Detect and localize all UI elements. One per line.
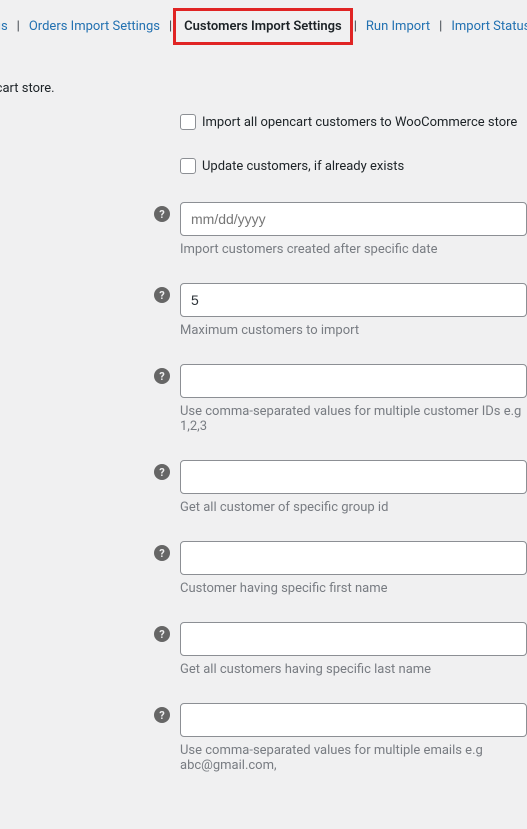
row-import-all: mers to WooCommerce Import all opencart …	[0, 114, 527, 132]
tab-separator: |	[17, 19, 20, 34]
tab-orders-import-settings[interactable]: Orders Import Settings	[21, 13, 168, 40]
help-col	[150, 158, 180, 162]
label-after-date: after specific date	[0, 202, 150, 220]
tab-product-settings[interactable]: rt Settings	[0, 13, 16, 40]
row-group-id: pecific group id ? Get all customer of s…	[0, 460, 527, 515]
tab-separator: |	[169, 19, 172, 34]
checkbox-update-existing[interactable]	[180, 158, 196, 174]
hint-last-name: Get all customers having specific last n…	[180, 662, 527, 677]
hint-first-name: Customer having specific first name	[180, 581, 527, 596]
help-col	[150, 114, 180, 118]
label-group-id: pecific group id	[0, 460, 150, 478]
label-ids: ic IDs	[0, 364, 150, 382]
input-group-id[interactable]	[180, 460, 527, 494]
label-last-name: pecific last name	[0, 622, 150, 640]
tab-import-status[interactable]: Import Status	[443, 13, 527, 40]
help-icon[interactable]: ?	[154, 626, 170, 642]
help-icon[interactable]: ?	[154, 206, 170, 222]
tab-customers-import-settings[interactable]: Customers Import Settings	[173, 8, 353, 45]
hint-emails: Use comma-separated values for multiple …	[180, 743, 527, 773]
hint-max-count: Maximum customers to import	[180, 323, 527, 338]
tab-run-import[interactable]: Run Import	[358, 13, 438, 40]
row-last-name: pecific last name ? Get all customers ha…	[0, 622, 527, 677]
row-after-date: after specific date ? Import customers c…	[0, 202, 527, 257]
hint-group-id: Get all customer of specific group id	[180, 500, 527, 515]
input-emails[interactable]	[180, 703, 527, 737]
input-max-count[interactable]	[180, 283, 527, 317]
label-max-count	[0, 283, 150, 285]
input-after-date[interactable]	[180, 202, 527, 236]
input-first-name[interactable]	[180, 541, 527, 575]
settings-form: mers to WooCommerce Import all opencart …	[0, 114, 527, 773]
submit-area	[0, 799, 527, 829]
help-icon[interactable]: ?	[154, 464, 170, 480]
row-first-name: pecific first name ? Customer having spe…	[0, 541, 527, 596]
hint-ids: Use comma-separated values for multiple …	[180, 404, 527, 434]
row-update-existing: s Update customers, if already exists	[0, 158, 527, 176]
label-first-name: pecific first name	[0, 541, 150, 559]
input-last-name[interactable]	[180, 622, 527, 656]
row-ids: ic IDs ? Use comma-separated values for …	[0, 364, 527, 434]
input-ids[interactable]	[180, 364, 527, 398]
checkbox-label-update-existing: Update customers, if already exists	[202, 159, 404, 174]
checkbox-import-all[interactable]	[180, 114, 196, 130]
help-icon[interactable]: ?	[154, 287, 170, 303]
tab-separator: |	[439, 19, 442, 34]
checkbox-label-import-all: Import all opencart customers to WooComm…	[202, 115, 517, 130]
row-emails: pecific emails ? Use comma-separated val…	[0, 703, 527, 773]
help-icon[interactable]: ?	[154, 368, 170, 384]
label-update-existing: s	[0, 158, 150, 176]
row-max-count: ? Maximum customers to import	[0, 283, 527, 338]
label-emails: pecific emails	[0, 703, 150, 721]
tabs-nav: rt Settings | Orders Import Settings | C…	[0, 0, 527, 53]
help-icon[interactable]: ?	[154, 707, 170, 723]
help-icon[interactable]: ?	[154, 545, 170, 561]
label-import-all: mers to WooCommerce	[0, 114, 150, 132]
section-description: to import from your Opencart store.	[0, 53, 527, 114]
hint-after-date: Import customers created after specific …	[180, 242, 527, 257]
tab-separator: |	[354, 19, 357, 34]
